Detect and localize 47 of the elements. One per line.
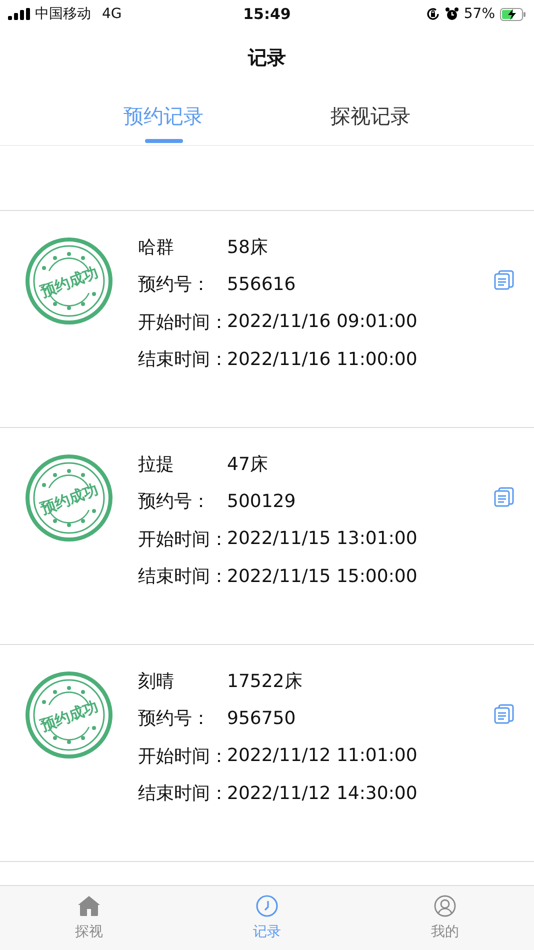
field-label: 预约号： <box>138 273 211 296</box>
bed-number: 17522床 <box>227 670 302 693</box>
field-value: 2022/11/15 13:01:00 <box>227 528 418 550</box>
field-value: 956750 <box>227 708 296 729</box>
field-value: 2022/11/16 11:00:00 <box>227 348 418 370</box>
copy-icon[interactable] <box>494 487 514 507</box>
tab[interactable]: 探视记录 <box>326 88 414 145</box>
network-type: 4G <box>102 6 122 22</box>
tab[interactable]: 预约记录 <box>120 88 208 145</box>
copy-icon[interactable] <box>494 704 514 724</box>
copy-icon[interactable] <box>494 270 514 290</box>
battery-percent: 57% <box>464 6 495 22</box>
field-label: 结束时间： <box>138 782 227 806</box>
stamp-drawing: 预约成功 <box>25 671 113 759</box>
nav-tab[interactable]: 探视 <box>49 886 129 950</box>
visitor-name: 拉提 <box>138 452 175 476</box>
stamp-drawing: 预约成功 <box>25 237 113 325</box>
battery-charging-icon <box>500 8 526 20</box>
field-label: 预约号： <box>138 707 211 730</box>
bed-number: 58床 <box>227 236 268 259</box>
nav-tab[interactable]: 记录 <box>227 886 307 950</box>
field-label: 预约号： <box>138 490 211 514</box>
field-label: 开始时间： <box>138 744 227 768</box>
rotation-lock-icon <box>426 7 440 21</box>
visitor-name: 刻晴 <box>138 670 175 693</box>
field-value: 2022/11/16 09:01:00 <box>227 311 418 332</box>
field-value: 2022/11/15 15:00:00 <box>227 566 418 587</box>
field-label: 开始时间： <box>138 528 227 551</box>
alarm-icon <box>444 7 459 21</box>
nav-tab[interactable]: 我的 <box>405 886 485 950</box>
clock-icon <box>256 895 278 917</box>
carrier-name: 中国移动 <box>35 5 91 23</box>
clock-time: 15:49 <box>243 5 291 23</box>
field-label: 结束时间： <box>138 565 227 588</box>
user-icon <box>434 895 456 917</box>
field-label: 结束时间： <box>138 348 227 372</box>
bed-number: 47床 <box>227 452 268 476</box>
page-title: 记录 <box>248 46 286 71</box>
field-value: 556616 <box>227 274 296 295</box>
visitor-name: 哈群 <box>138 236 175 259</box>
home-icon <box>77 895 101 917</box>
field-label: 开始时间： <box>138 310 227 334</box>
field-value: 500129 <box>227 490 296 512</box>
field-value: 2022/11/12 14:30:00 <box>227 782 418 804</box>
stamp-drawing: 预约成功 <box>25 454 113 542</box>
field-value: 2022/11/12 11:01:00 <box>227 745 418 766</box>
signal-icon <box>8 8 30 20</box>
